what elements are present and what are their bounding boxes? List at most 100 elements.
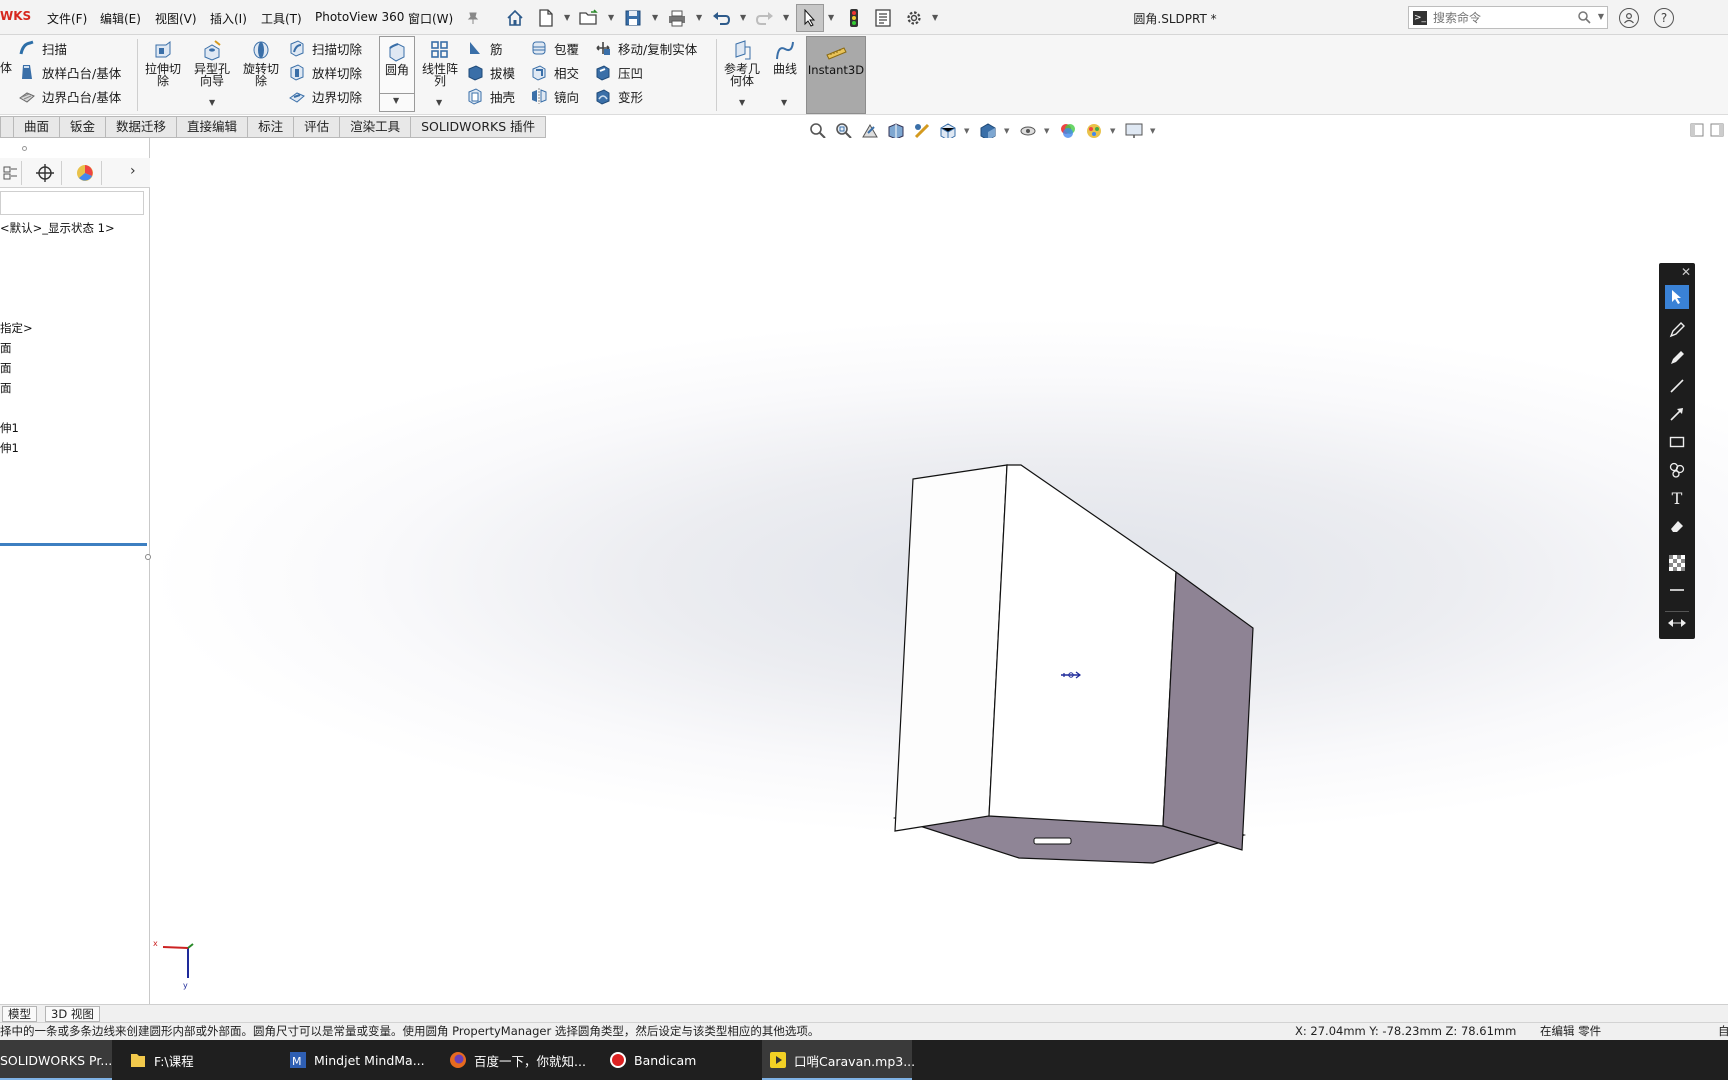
redo-dropdown-icon[interactable]: ▼ [783, 13, 789, 22]
configuration-manager-tab-icon[interactable] [0, 161, 22, 185]
tab-model[interactable]: 模型 [2, 1006, 37, 1022]
menu-insert[interactable]: 插入(I) [210, 10, 247, 27]
panel-toggle-left-icon[interactable] [1690, 123, 1704, 137]
panel-toggle-right-icon[interactable] [1710, 123, 1724, 137]
hide-show-dropdown-icon[interactable]: ▼ [1044, 127, 1049, 135]
tab-features-partial[interactable] [0, 116, 14, 138]
options-gear-icon[interactable] [903, 7, 925, 29]
pencil-icon[interactable] [1665, 318, 1689, 342]
boundary-boss-button[interactable]: 边界凸台/基体 [18, 85, 121, 107]
file-properties-icon[interactable] [872, 7, 894, 29]
sweep-boss-button[interactable]: 扫描 [18, 37, 67, 59]
tab-render-tools[interactable]: 渲染工具 [340, 116, 412, 138]
rib-button[interactable]: 筋 [466, 37, 503, 59]
draft-button[interactable]: 拔模 [466, 61, 515, 83]
fillet-button[interactable]: 圆角 [380, 40, 414, 76]
panel-splitter-handle-icon[interactable] [22, 146, 27, 151]
options-dropdown-icon[interactable]: ▼ [932, 13, 938, 22]
feature-tree-filter-input[interactable] [0, 191, 144, 215]
menu-view[interactable]: 视图(V) [155, 10, 197, 27]
panel-tabs-more-chevron-icon[interactable]: › [130, 163, 136, 179]
tab-3d-views[interactable]: 3D 视图 [45, 1006, 100, 1022]
curves-dropdown-icon[interactable]: ▼ [781, 98, 787, 107]
lofted-cut-button[interactable]: 放样切除 [288, 61, 362, 83]
highlighter-icon[interactable] [1665, 346, 1689, 370]
redo-icon[interactable] [754, 7, 776, 29]
shell-button[interactable]: 抽壳 [466, 85, 515, 107]
ref-geometry-dropdown-icon[interactable]: ▼ [739, 98, 745, 107]
view-orientation-dropdown-icon[interactable]: ▼ [964, 127, 969, 135]
display-state-label[interactable]: <默认>_显示状态 1> [0, 220, 115, 236]
wrap-button[interactable]: 包覆 [530, 37, 579, 59]
menu-photoview[interactable]: PhotoView 360 [315, 10, 404, 24]
select-arrow-icon[interactable] [796, 4, 824, 32]
tree-item-top-plane[interactable]: 面 [0, 360, 12, 376]
search-commands-box[interactable]: >_ ▼ [1408, 6, 1608, 29]
close-icon[interactable]: ✕ [1679, 265, 1693, 279]
hole-wizard-button[interactable]: 异型孔 向导 [190, 39, 234, 87]
fillet-button-group[interactable]: 圆角 ▼ [379, 36, 415, 112]
search-dropdown-icon[interactable]: ▼ [1598, 12, 1604, 21]
select-dropdown-icon[interactable]: ▼ [828, 13, 834, 22]
display-style-dropdown-icon[interactable]: ▼ [1004, 127, 1009, 135]
home-icon[interactable] [504, 7, 526, 29]
tab-data-migration[interactable]: 数据迁移 [106, 116, 178, 138]
taskbar-mindjet[interactable]: M Mindjet MindMa... [282, 1040, 432, 1080]
pin-icon[interactable] [462, 7, 484, 29]
move-copy-body-button[interactable]: 移动/复制实体 [594, 37, 697, 59]
rollback-bar[interactable] [0, 543, 147, 546]
tree-item-right-plane[interactable]: 面 [0, 380, 12, 396]
open-folder-icon[interactable] [578, 7, 600, 29]
tab-sheet-metal[interactable]: 钣金 [60, 116, 107, 138]
pattern-dropdown-icon[interactable]: ▼ [436, 98, 442, 107]
save-dropdown-icon[interactable]: ▼ [652, 13, 658, 22]
taskbar-firefox[interactable]: 百度一下，你就知... [442, 1040, 592, 1080]
model-left-face[interactable] [894, 464, 1008, 832]
arrow-pen-icon[interactable] [1665, 402, 1689, 426]
revolved-cut-button[interactable]: 旋转切 除 [240, 39, 282, 87]
tab-solidworks-addins[interactable]: SOLIDWORKS 插件 [411, 116, 547, 138]
hole-wizard-dropdown-icon[interactable]: ▼ [209, 98, 215, 107]
taskbar-explorer[interactable]: F:\课程 [122, 1040, 272, 1080]
taskbar-player[interactable]: 口哨Caravan.mp3... [762, 1040, 915, 1080]
menu-file[interactable]: 文件(F) [47, 10, 87, 27]
tab-markup[interactable]: 标注 [248, 116, 295, 138]
line-weight-icon[interactable] [1665, 578, 1689, 602]
tree-item-front-plane[interactable]: 面 [0, 340, 12, 356]
taskbar-bandicam[interactable]: Bandicam [602, 1040, 752, 1080]
eraser-icon[interactable] [1665, 514, 1689, 538]
model-front-face[interactable] [988, 464, 1177, 827]
instant3d-button[interactable]: Instant3D [806, 36, 866, 114]
tab-direct-editing[interactable]: 直接编辑 [177, 116, 249, 138]
checker-fill-icon[interactable] [1665, 551, 1689, 575]
dimxpert-manager-tab-icon[interactable] [28, 161, 62, 185]
shapes-tool-icon[interactable] [1665, 458, 1689, 482]
menu-window[interactable]: 窗口(W) [408, 10, 453, 27]
text-tool-icon[interactable]: T [1665, 486, 1689, 510]
menu-tools[interactable]: 工具(T) [261, 10, 302, 27]
line-tool-icon[interactable] [1665, 374, 1689, 398]
reference-geometry-button[interactable]: 参考几 何体 [720, 39, 764, 87]
mirror-button[interactable]: 镜向 [530, 85, 579, 107]
print-dropdown-icon[interactable]: ▼ [696, 13, 702, 22]
view-settings-dropdown-icon[interactable]: ▼ [1150, 127, 1155, 135]
graphics-area[interactable]: x y [151, 138, 1728, 1006]
tree-item-boss-extrude[interactable]: 伸1 [0, 420, 19, 436]
loft-boss-button[interactable]: 放样凸台/基体 [18, 61, 121, 83]
open-dropdown-icon[interactable]: ▼ [608, 13, 614, 22]
tree-item-material[interactable]: 指定> [0, 320, 33, 336]
save-icon[interactable] [622, 7, 644, 29]
part-model[interactable]: x y [151, 138, 1728, 1006]
undo-icon[interactable] [710, 7, 732, 29]
display-manager-tab-icon[interactable] [68, 161, 102, 185]
new-dropdown-icon[interactable]: ▼ [564, 13, 570, 22]
new-document-icon[interactable] [535, 7, 557, 29]
indent-button[interactable]: 压凹 [594, 61, 643, 83]
model-bottom-slot[interactable] [1033, 837, 1072, 845]
linear-pattern-button[interactable]: 线性阵 列 [418, 39, 462, 87]
search-icon[interactable] [1578, 11, 1591, 27]
menu-edit[interactable]: 编辑(E) [100, 10, 141, 27]
model-right-face[interactable] [1162, 570, 1254, 851]
deform-button[interactable]: 变形 [594, 85, 643, 107]
expand-toolbar-arrows-icon[interactable] [1665, 611, 1689, 633]
